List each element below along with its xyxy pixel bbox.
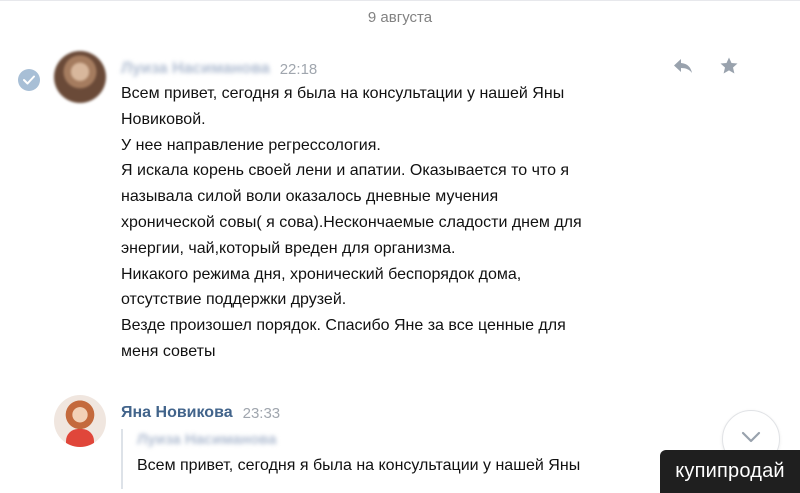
- message-line: меня советы: [121, 342, 216, 360]
- message-line: У нее направление регрессология.: [121, 136, 381, 154]
- message-line: называла силой воли оказалось дневные му…: [121, 188, 499, 206]
- message-header: Луиза Насиманова 22:18: [121, 59, 317, 79]
- message-time[interactable]: 23:33: [243, 405, 281, 422]
- message-line: отсутствие поддержки друзей.: [121, 291, 347, 309]
- message-line: Я искала корень своей лени и апатии. Ока…: [121, 162, 570, 180]
- message-line: Никакого режима дня, хронический беспоря…: [121, 265, 522, 283]
- favorite-button[interactable]: [716, 57, 742, 79]
- date-separator: 9 августа: [367, 9, 433, 26]
- check-circle-icon[interactable]: [18, 69, 40, 91]
- chat-history: 9 августа Луиза Насиманова 22:18 Всем пр…: [0, 0, 800, 493]
- reply-arrow-icon: [672, 57, 694, 80]
- message-line: энергии, чай,который вреден для организм…: [121, 239, 456, 257]
- message-actions: [670, 57, 742, 79]
- quote-author[interactable]: Луиза Насиманова: [137, 431, 276, 448]
- author-name[interactable]: Луиза Насиманова: [121, 60, 270, 78]
- avatar[interactable]: [54, 51, 106, 103]
- watermark-text: купипродай: [675, 460, 785, 482]
- chevron-down-icon: [741, 430, 761, 448]
- avatar-figure: [66, 429, 94, 447]
- message-text: Всем привет, сегодня я была на консульта…: [121, 81, 681, 365]
- reply-button[interactable]: [670, 57, 696, 79]
- message-header: Яна Новикова 23:33: [121, 403, 280, 423]
- message-line: Новиковой.: [121, 110, 206, 128]
- message-time[interactable]: 22:18: [280, 61, 318, 78]
- star-icon: [719, 56, 739, 81]
- forwarded-quote[interactable]: Луиза Насиманова Всем привет, сегодня я …: [121, 429, 683, 489]
- author-name[interactable]: Яна Новикова: [121, 404, 233, 422]
- message-line: Везде произошел порядок. Спасибо Яне за …: [121, 317, 566, 335]
- message-line: Всем привет, сегодня я была на консульта…: [121, 85, 565, 102]
- avatar[interactable]: [54, 395, 106, 447]
- quote-text: Всем привет, сегодня я была на консульта…: [137, 457, 581, 474]
- message-line: хронической совы( я сова).Нескончаемые с…: [121, 213, 582, 231]
- watermark-logo: купипродай: [660, 450, 800, 493]
